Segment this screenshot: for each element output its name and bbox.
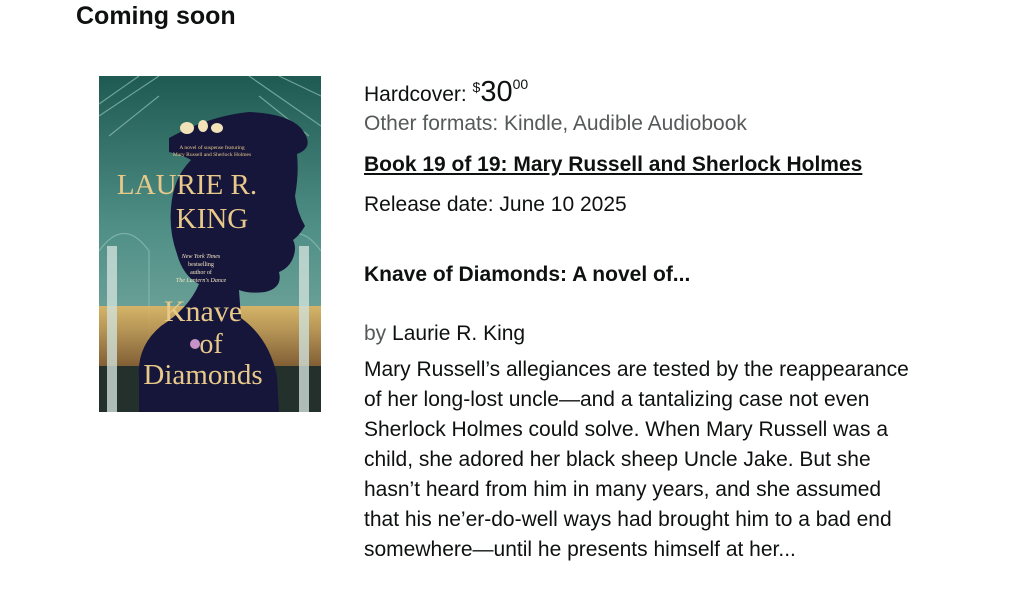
cover-tagline-2: Mary Russell and Sherlock Holmes xyxy=(173,152,251,158)
book-cover-art: A novel of suspense featuring Mary Russe… xyxy=(99,76,321,412)
cover-tagline-1: A novel of suspense featuring xyxy=(179,144,245,151)
price-fraction: 00 xyxy=(512,76,529,92)
section-title: Coming soon xyxy=(76,2,236,30)
price-whole: 30 xyxy=(480,76,513,108)
cover-blurb-1: New York Times xyxy=(181,254,221,260)
author-link[interactable]: Laurie R. King xyxy=(392,322,525,345)
other-formats[interactable]: Other formats: Kindle, Audible Audiobook xyxy=(364,111,924,137)
by-label: by xyxy=(364,322,387,345)
format-label: Hardcover: xyxy=(364,83,467,106)
product-details: Hardcover: $3000 Other formats: Kindle, … xyxy=(364,64,924,565)
cover-title-line-1: Knave xyxy=(164,295,242,328)
cover-blurb-3: author of xyxy=(190,269,212,276)
price[interactable]: $3000 xyxy=(473,76,529,108)
cover-blurb-4: The Lantern's Dance xyxy=(176,278,227,284)
book-title-link[interactable]: Knave of Diamonds: A novel of... xyxy=(364,262,924,288)
diamond-flower-icon xyxy=(190,339,200,349)
byline: by Laurie R. King xyxy=(364,321,924,347)
cover-title-line-2: of xyxy=(199,329,223,360)
book-cover-image[interactable]: A novel of suspense featuring Mary Russe… xyxy=(99,76,321,412)
cover-author-line-2: KING xyxy=(176,203,249,235)
cover-title-line-3: Diamonds xyxy=(143,359,262,391)
book-description: Mary Russell’s allegiances are tested by… xyxy=(364,358,909,561)
cover-author-line-1: LAURIE R. xyxy=(117,169,257,201)
release-date: Release date: June 10 2025 xyxy=(364,193,627,216)
price-row: Hardcover: $3000 xyxy=(364,64,924,108)
cover-blurb-2: bestselling xyxy=(188,262,214,268)
series-link[interactable]: Book 19 of 19: Mary Russell and Sherlock… xyxy=(364,152,862,178)
